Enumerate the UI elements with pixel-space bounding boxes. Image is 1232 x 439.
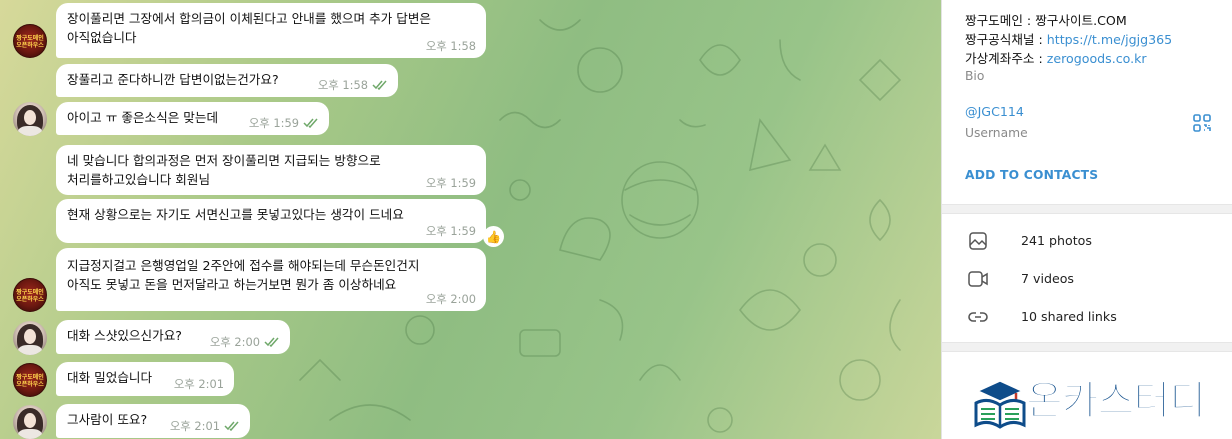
brand-avatar[interactable]: 짱구도메인 오픈하우스 — [13, 24, 47, 58]
message-text: 지급정지걸고 은행영업일 2주안에 접수를 해야되는데 무슨돈인건지 아직도 못… — [67, 258, 420, 292]
channel-link[interactable]: https://t.me/jgjg365 — [1047, 32, 1172, 47]
user-avatar[interactable] — [13, 405, 47, 439]
message-bubble[interactable]: 네 맞습니다 합의과정은 먼저 장이풀리면 지급되는 방향으로 처리를하고있습니… — [56, 145, 486, 195]
add-to-contacts-button[interactable]: ADD TO CONTACTS — [965, 168, 1098, 182]
video-icon — [967, 269, 989, 289]
message-meta: 오후 2:00 — [210, 334, 280, 350]
qr-code-icon[interactable] — [1192, 113, 1212, 133]
bio-label: 가상계좌주소 : — [965, 51, 1047, 66]
profile-info-panel: 짱구도메인 : 짱구사이트.COM 짱구공식채널 : https://t.me/… — [941, 0, 1232, 439]
message-time: 오후 1:59 — [425, 176, 476, 190]
bio-caption: Bio — [965, 69, 985, 83]
message-row: 짱구도메인 오픈하우스 지급정지걸고 은행영업일 2주안에 접수를 해야되는데 … — [0, 248, 941, 314]
message-bubble[interactable]: 장풀리고 준다하니깐 답변이없는건가요? 오후 1:58 — [56, 64, 398, 97]
user-avatar[interactable] — [13, 321, 47, 355]
message-meta: 오후 2:00 — [426, 291, 476, 307]
section-divider — [942, 204, 1232, 214]
message-time: 오후 2:00 — [209, 335, 260, 349]
message-row: 짱구도메인 오픈하우스 대화 밀었습니다 오후 2:01 — [0, 362, 941, 398]
message-row: 네 맞습니다 합의과정은 먼저 장이풀리면 지급되는 방향으로 처리를하고있습니… — [0, 145, 941, 197]
message-text: 현재 상황으로는 자기도 서면신고를 못넣고있다는 생각이 드네요 — [67, 207, 404, 222]
thumbs-up-reaction-icon[interactable]: 👍 — [483, 226, 504, 247]
message-bubble[interactable]: 지급정지걸고 은행영업일 2주안에 접수를 해야되는데 무슨돈인건지 아직도 못… — [56, 248, 486, 311]
bio-label: 짱구도메인 : — [965, 13, 1036, 28]
message-meta: 오후 2:01 — [174, 376, 224, 392]
message-meta: 오후 1:58 — [426, 38, 476, 54]
username-caption: Username — [965, 126, 1028, 140]
message-bubble[interactable]: 현재 상황으로는 자기도 서면신고를 못넣고있다는 생각이 드네요 오후 1:5… — [56, 199, 486, 243]
double-check-icon — [372, 80, 388, 90]
message-row: 대화 스샷있으신가요? 오후 2:00 — [0, 320, 941, 356]
message-row: 장풀리고 준다하니깐 답변이없는건가요? 오후 1:58 — [0, 64, 941, 98]
message-time: 오후 1:59 — [248, 116, 299, 130]
double-check-icon — [224, 421, 240, 431]
watermark-text: 온카스터디 — [1025, 377, 1206, 424]
message-meta: 오후 1:59 — [249, 115, 319, 131]
message-meta: 오후 1:59 — [426, 175, 476, 191]
message-meta: 오후 2:01 — [170, 418, 240, 434]
message-time: 오후 2:01 — [173, 377, 224, 391]
graduation-book-logo-icon — [972, 377, 1028, 429]
links-count-label: 10 shared links — [1021, 309, 1117, 324]
message-row: 짱구도메인 오픈하우스 장이풀리면 그장에서 합의금이 이체된다고 안내를 했으… — [0, 0, 941, 60]
message-time: 오후 2:00 — [425, 292, 476, 306]
avatar-brand-text: 오픈하우스 — [16, 296, 44, 303]
photos-count-label: 241 photos — [1021, 233, 1092, 248]
message-bubble[interactable]: 장이풀리면 그장에서 합의금이 이체된다고 안내를 했으며 추가 답변은 아직없… — [56, 3, 486, 58]
site-watermark: 온카스터디 — [972, 377, 1228, 429]
message-row: 그사람이 또요? 오후 2:01 — [0, 404, 941, 439]
message-bubble[interactable]: 대화 밀었습니다 오후 2:01 — [56, 362, 234, 396]
section-divider — [942, 342, 1232, 352]
link-icon — [967, 307, 989, 327]
shared-videos-row[interactable]: 7 videos — [942, 260, 1232, 296]
brand-avatar[interactable]: 짱구도메인 오픈하우스 — [13, 278, 47, 312]
message-row: 아이고 ㅠ 좋은소식은 맞는데 오후 1:59 — [0, 102, 941, 138]
message-bubble[interactable]: 아이고 ㅠ 좋은소식은 맞는데 오후 1:59 — [56, 102, 329, 135]
message-row: 현재 상황으로는 자기도 서면신고를 못넣고있다는 생각이 드네요 오후 1:5… — [0, 199, 941, 247]
double-check-icon — [303, 118, 319, 128]
message-meta: 오후 1:58 — [318, 77, 388, 93]
bio-line: 가상계좌주소 : zerogoods.co.kr — [965, 48, 1147, 67]
brand-avatar[interactable]: 짱구도메인 오픈하우스 — [13, 363, 47, 397]
bio-line: 짱구공식채널 : https://t.me/jgjg365 — [965, 29, 1172, 48]
bio-value: 짱구사이트.COM — [1035, 13, 1127, 28]
shared-links-row[interactable]: 10 shared links — [942, 298, 1232, 334]
videos-count-label: 7 videos — [1021, 271, 1074, 286]
message-time: 오후 1:58 — [317, 78, 368, 92]
message-meta: 오후 1:59 — [426, 223, 476, 239]
avatar-brand-text: 오픈하우스 — [16, 42, 44, 49]
avatar-brand-text: 오픈하우스 — [16, 381, 44, 388]
message-bubble[interactable]: 대화 스샷있으신가요? 오후 2:00 — [56, 320, 290, 354]
bio-label: 짱구공식채널 : — [965, 32, 1047, 47]
username-value[interactable]: @JGC114 — [965, 104, 1024, 119]
chat-area: 짱구도메인 오픈하우스 장이풀리면 그장에서 합의금이 이체된다고 안내를 했으… — [0, 0, 941, 439]
user-avatar[interactable] — [13, 102, 47, 136]
message-time: 오후 1:58 — [425, 39, 476, 53]
shared-photos-row[interactable]: 241 photos — [942, 222, 1232, 258]
message-time: 오후 1:59 — [425, 224, 476, 238]
message-text: 장풀리고 준다하니깐 답변이없는건가요? — [67, 72, 279, 87]
message-text: 네 맞습니다 합의과정은 먼저 장이풀리면 지급되는 방향으로 처리를하고있습니… — [67, 153, 381, 187]
photo-icon — [967, 231, 989, 251]
bio-line: 짱구도메인 : 짱구사이트.COM — [965, 10, 1127, 29]
message-time: 오후 2:01 — [169, 419, 220, 433]
account-link[interactable]: zerogoods.co.kr — [1047, 51, 1147, 66]
message-text: 장이풀리면 그장에서 합의금이 이체된다고 안내를 했으며 추가 답변은 아직없… — [67, 11, 432, 45]
message-bubble[interactable]: 그사람이 또요? 오후 2:01 — [56, 404, 250, 438]
double-check-icon — [264, 337, 280, 347]
